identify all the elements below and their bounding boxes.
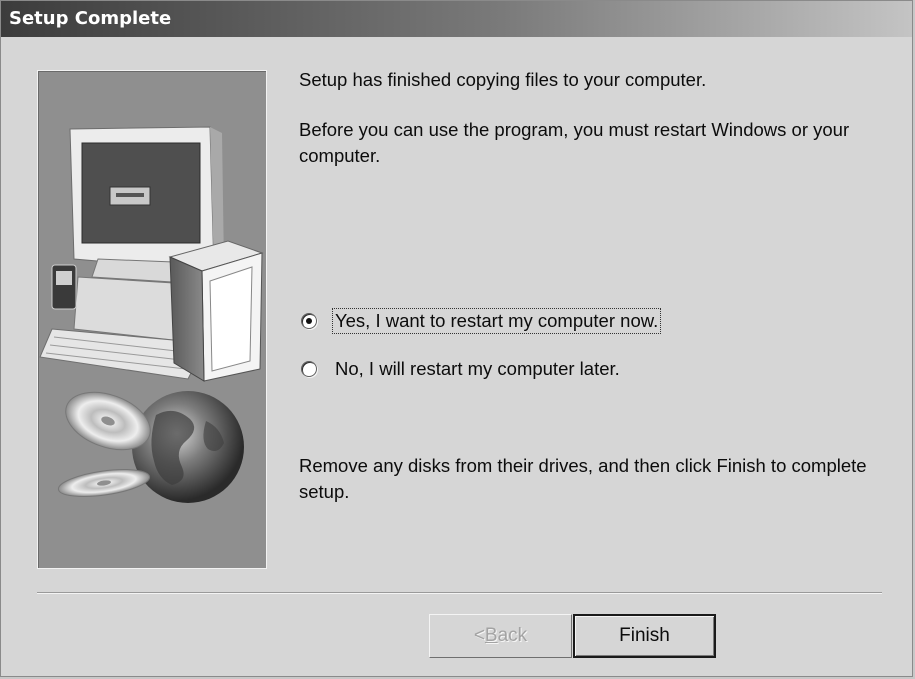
restart-now-label[interactable]: Yes, I want to restart my computer now. <box>331 308 662 334</box>
back-button-label: ack <box>497 625 528 646</box>
message-remove-disks: Remove any disks from their drives, and … <box>299 455 867 502</box>
restart-later-radio[interactable]: No, I will restart my computer later. <box>301 357 622 381</box>
back-button-mnemonic: B <box>484 625 498 646</box>
finish-button-label: Finish <box>619 625 670 646</box>
radio-unselected-indicator[interactable] <box>301 361 317 377</box>
finish-button[interactable]: Finish <box>573 614 716 658</box>
globe-icon <box>132 391 244 503</box>
window-title: Setup Complete <box>9 8 172 29</box>
restart-now-radio[interactable]: Yes, I want to restart my computer now. <box>301 308 662 334</box>
back-button-prefix: < <box>473 625 485 646</box>
radio-selected-indicator[interactable] <box>301 313 317 329</box>
cd-disc-icon <box>57 391 151 497</box>
message-files-copied: Setup has finished copying files to your… <box>299 69 707 90</box>
back-button[interactable]: < Back <box>429 614 572 658</box>
title-bar[interactable]: Setup Complete <box>1 1 912 37</box>
software-box-icon <box>168 240 264 382</box>
restart-later-label[interactable]: No, I will restart my computer later. <box>333 357 622 381</box>
message-restart-required: Before you can use the program, you must… <box>299 119 850 166</box>
button-separator <box>37 592 882 594</box>
setup-illustration <box>37 70 267 569</box>
setup-complete-dialog: Setup Complete Setup has finished copyin… <box>0 0 913 677</box>
